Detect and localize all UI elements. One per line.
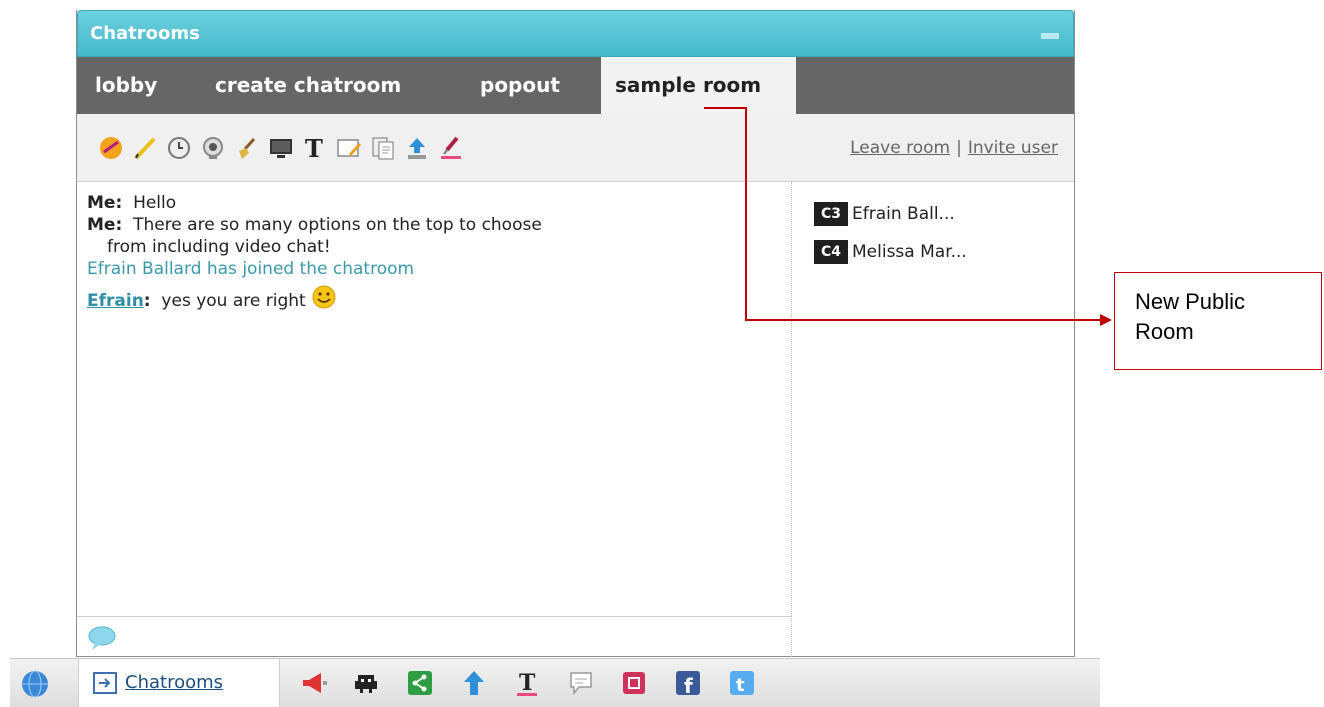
message-text: yes you are right (161, 291, 306, 311)
window-title: Chatrooms (90, 23, 200, 44)
leave-room-link[interactable]: Leave room (850, 138, 950, 158)
message-list: Me: Hello Me: There are so many options … (77, 182, 792, 616)
room-links: Leave room | Invite user (850, 138, 1058, 158)
message-sender: Me: (87, 215, 123, 235)
chat-bubble-icon[interactable] (567, 669, 595, 697)
user-item[interactable]: C3 Efrain Ball... (814, 202, 955, 226)
message-text: There are so many options on the top to … (133, 215, 542, 235)
message-item: Me: There are so many options on the top… (87, 214, 781, 258)
message-item: Efrain: yes you are right (87, 284, 781, 312)
tab-lobby[interactable]: lobby (81, 57, 171, 114)
user-list: C3 Efrain Ball... C4 Melissa Mar... (792, 182, 1074, 657)
color-picker-icon[interactable] (437, 133, 465, 163)
user-avatar: C3 (814, 202, 848, 226)
megaphone-icon[interactable] (300, 669, 328, 697)
system-message: Efrain Ballard has joined the chatroom (87, 259, 415, 279)
ball-icon[interactable] (97, 133, 125, 163)
upload-arrow-icon[interactable] (460, 669, 488, 697)
window-titlebar: Chatrooms (77, 10, 1074, 57)
clock-icon[interactable] (165, 133, 193, 163)
broom-icon[interactable] (233, 133, 261, 163)
minimize-button[interactable] (1041, 33, 1059, 39)
room-toolbar: T Leave room | Invite user (77, 114, 1074, 182)
message-item: Me: Hello (87, 192, 781, 214)
twitter-icon[interactable]: t (728, 669, 756, 697)
message-sender-link[interactable]: Efrain (87, 291, 144, 311)
share-icon[interactable] (406, 669, 434, 697)
svg-text:T: T (519, 670, 536, 696)
space-invader-icon[interactable] (352, 669, 380, 697)
screen-icon[interactable] (267, 133, 295, 163)
tool-icons: T (97, 133, 465, 163)
message-text: Hello (133, 193, 177, 213)
taskbar-chatrooms-label: Chatrooms (125, 672, 224, 693)
bottom-taskbar: Chatrooms T f t (10, 658, 1100, 707)
taskbar-chatrooms-tab[interactable]: Chatrooms (78, 659, 280, 707)
chatrooms-window: Chatrooms lobby create chatroom popout s… (76, 10, 1075, 657)
facebook-icon[interactable]: f (674, 669, 702, 697)
sender-colon: : (143, 291, 151, 311)
message-sender: Me: (87, 193, 123, 213)
user-name: Melissa Mar... (852, 242, 967, 262)
pencil-icon[interactable] (131, 133, 159, 163)
globe-icon[interactable] (20, 669, 50, 699)
tab-sample-room[interactable]: sample room (601, 57, 796, 114)
message-text-continued: from including video chat! (107, 237, 331, 257)
message-input-bar[interactable] (77, 616, 792, 657)
svg-text:T: T (305, 135, 323, 161)
upload-icon[interactable] (403, 133, 431, 163)
whiteboard-icon[interactable] (335, 133, 363, 163)
svg-text:t: t (736, 675, 745, 696)
user-avatar: C4 (814, 240, 848, 264)
tab-popout[interactable]: popout (466, 57, 574, 114)
speech-bubble-icon (88, 626, 116, 650)
chatrooms-icon (93, 672, 117, 694)
save-icon[interactable] (620, 669, 648, 697)
svg-text:f: f (684, 674, 693, 697)
smiley-icon (312, 285, 336, 309)
tab-create-chatroom[interactable]: create chatroom (201, 57, 415, 114)
text-icon[interactable]: T (301, 133, 329, 163)
user-name: Efrain Ball... (852, 204, 955, 224)
invite-user-link[interactable]: Invite user (968, 138, 1058, 158)
document-icon[interactable] (369, 133, 397, 163)
callout-line-2: Room (1135, 319, 1194, 344)
callout-line-1: New Public (1135, 289, 1246, 314)
webcam-icon[interactable] (199, 133, 227, 163)
annotation-callout: New Public Room (1114, 272, 1322, 370)
link-separator: | (956, 138, 962, 158)
tab-bar: lobby create chatroom popout sample room (77, 57, 1074, 114)
text-format-icon[interactable]: T (513, 669, 541, 697)
user-item[interactable]: C4 Melissa Mar... (814, 240, 967, 264)
